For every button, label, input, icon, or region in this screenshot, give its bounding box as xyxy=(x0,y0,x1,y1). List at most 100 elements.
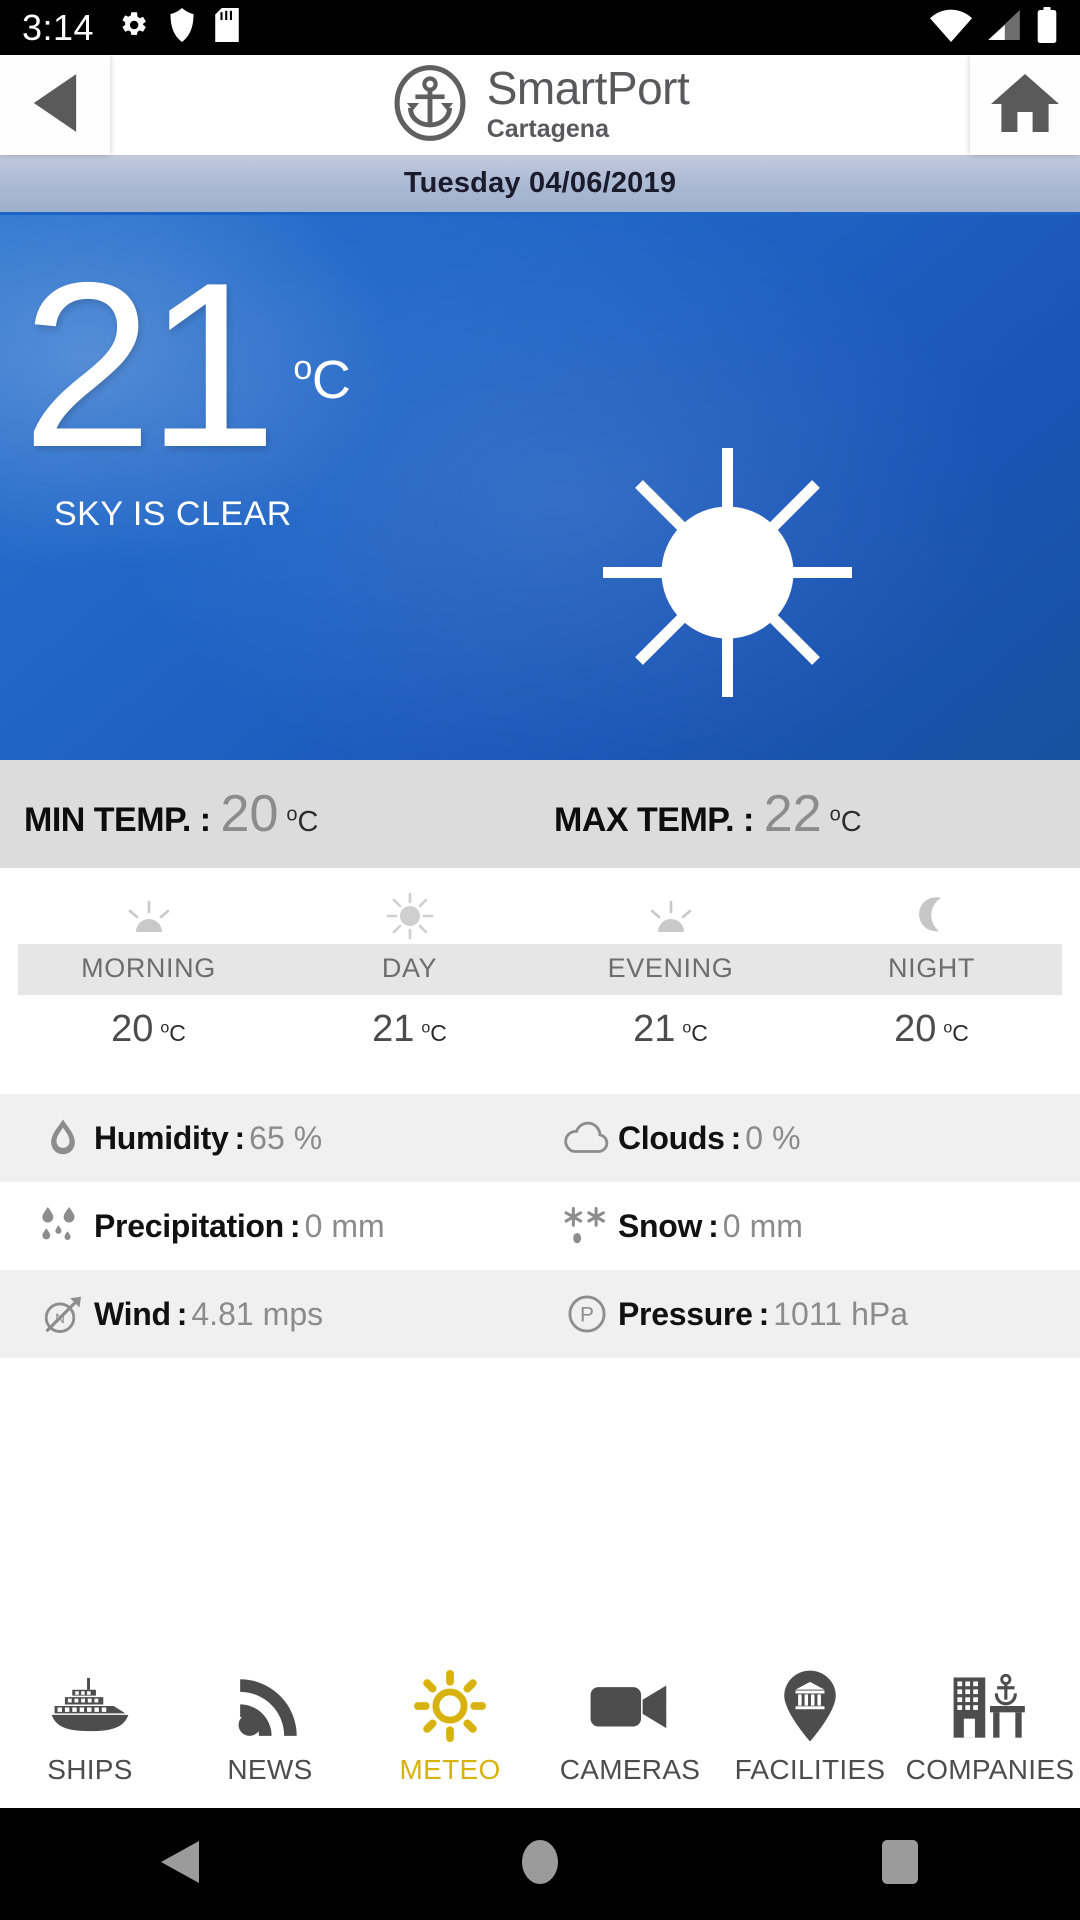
daypart-night: NIGHT 20 oC xyxy=(801,890,1062,1051)
min-temp-unit: oC xyxy=(286,803,319,839)
degree-symbol: o xyxy=(286,803,298,826)
dayparts-row: MORNING 20 oC DAY 21 oC EVENING 21 oC NI… xyxy=(0,868,1080,1094)
minmax-temperature-bar: MIN TEMP. : 20 oC MAX TEMP. : 22 oC xyxy=(0,760,1080,868)
daypart-temp-unit: oC xyxy=(421,1020,447,1047)
nav-item-companies[interactable]: COMPANIES xyxy=(900,1670,1080,1786)
celsius-letter: C xyxy=(430,1020,447,1046)
sunset-icon xyxy=(642,890,700,942)
detail-value: 0 xyxy=(722,1207,741,1244)
ship-icon xyxy=(47,1670,133,1742)
daypart-temp: 21 oC xyxy=(633,1008,708,1051)
current-temperature-block: 21 oC SKY IS CLEAR xyxy=(22,247,351,534)
cloud-icon xyxy=(556,1121,618,1155)
detail-snow: Snow : 0 mm xyxy=(540,1204,1080,1248)
min-temp-value: 20 xyxy=(220,785,279,843)
max-temp-label: MAX TEMP. : xyxy=(554,801,754,839)
detail-precipitation: Precipitation : 0 mm xyxy=(0,1204,540,1248)
daypart-morning: MORNING 20 oC xyxy=(18,890,279,1051)
nav-item-meteo[interactable]: METEO xyxy=(360,1670,540,1786)
detail-colon: : xyxy=(176,1295,188,1332)
daypart-temp-value: 21 xyxy=(372,1008,415,1050)
water-drop-icon xyxy=(32,1118,94,1158)
nav-item-ships[interactable]: SHIPS xyxy=(0,1670,180,1786)
detail-unit: mm xyxy=(749,1207,803,1244)
celsius-letter: C xyxy=(311,350,351,410)
daypart-temp-unit: oC xyxy=(943,1020,969,1047)
detail-value: 1011 xyxy=(773,1295,843,1332)
detail-unit: mm xyxy=(331,1207,385,1244)
detail-wind: N Wind : 4.81 mps xyxy=(0,1289,540,1339)
detail-value: 0 xyxy=(745,1119,764,1156)
daypart-temp-value: 21 xyxy=(633,1008,676,1050)
detail-colon: : xyxy=(730,1119,742,1156)
nav-item-news[interactable]: NEWS xyxy=(180,1670,360,1786)
nav-item-cameras[interactable]: CAMERAS xyxy=(540,1670,720,1786)
nav-label: SHIPS xyxy=(47,1754,133,1785)
battery-icon xyxy=(1036,7,1058,48)
celsius-letter: C xyxy=(952,1020,969,1046)
celsius-letter: C xyxy=(691,1020,708,1046)
degree-symbol: o xyxy=(943,1019,953,1037)
moon-icon xyxy=(903,890,961,942)
max-temp-cell: MAX TEMP. : 22 oC xyxy=(540,784,1080,844)
degree-symbol: o xyxy=(293,349,312,387)
degree-symbol: o xyxy=(829,803,841,826)
header-brand: SmartPort Cartagena xyxy=(110,55,970,155)
max-temp-unit: oC xyxy=(829,803,862,839)
android-home-button[interactable] xyxy=(360,1839,720,1890)
snowflake-icon xyxy=(556,1204,618,1248)
detail-row: Precipitation : 0 mm Snow: 0 mm xyxy=(0,1182,1080,1270)
detail-humidity: Humidity : 65 % xyxy=(0,1118,540,1158)
shield-icon xyxy=(168,8,196,47)
anchor-circle-logo xyxy=(391,64,469,147)
detail-colon: : xyxy=(234,1119,246,1156)
degree-symbol: o xyxy=(682,1019,692,1037)
detail-clouds: Clouds : 0 % xyxy=(540,1120,1080,1157)
detail-colon: : xyxy=(758,1295,770,1332)
home-button[interactable] xyxy=(970,55,1080,155)
sun-icon xyxy=(595,440,860,705)
back-button[interactable] xyxy=(0,55,110,155)
nav-label: COMPANIES xyxy=(905,1754,1075,1785)
date-label: Tuesday 04/06/2019 xyxy=(403,167,677,199)
recents-square-icon xyxy=(881,1839,919,1890)
daypart-temp-value: 20 xyxy=(111,1008,154,1050)
status-bar-clock: 3:14 xyxy=(22,6,95,48)
nav-label: METEO xyxy=(399,1754,501,1785)
min-temp-label: MIN TEMP. : xyxy=(24,801,211,839)
sdcard-icon xyxy=(214,8,240,47)
detail-colon: : xyxy=(708,1207,719,1244)
bottom-navigation: SHIPS NEWS METEO CAMERAS FACILITIES COMP… xyxy=(0,1648,1080,1808)
pressure-icon: P xyxy=(556,1290,618,1338)
celsius-letter: C xyxy=(297,806,319,838)
degree-symbol: o xyxy=(160,1019,170,1037)
daypart-temp: 20 oC xyxy=(894,1008,969,1051)
status-bar: 3:14 xyxy=(0,0,1080,55)
video-camera-icon xyxy=(589,1670,671,1742)
nav-item-facilities[interactable]: FACILITIES xyxy=(720,1670,900,1786)
detail-label: Pressure xyxy=(618,1295,753,1332)
nav-label: FACILITIES xyxy=(734,1754,886,1785)
rss-icon xyxy=(235,1670,305,1742)
detail-value: 65 xyxy=(249,1119,285,1156)
daypart-day: DAY 21 oC xyxy=(279,890,540,1051)
detail-unit: % xyxy=(293,1119,323,1156)
wifi-icon xyxy=(930,8,972,47)
detail-colon: : xyxy=(289,1207,301,1244)
compass-north-icon: N xyxy=(32,1289,94,1339)
android-navigation-bar xyxy=(0,1808,1080,1920)
rain-drops-icon xyxy=(32,1204,94,1248)
detail-label: Wind xyxy=(94,1295,171,1332)
nav-label: CAMERAS xyxy=(559,1754,701,1785)
detail-label: Precipitation xyxy=(94,1207,284,1244)
android-back-button[interactable] xyxy=(0,1839,360,1890)
svg-text:P: P xyxy=(580,1304,594,1327)
android-recents-button[interactable] xyxy=(720,1839,1080,1890)
min-temp-cell: MIN TEMP. : 20 oC xyxy=(0,784,540,844)
max-temp-value: 22 xyxy=(763,785,822,843)
cellular-signal-icon xyxy=(985,8,1023,47)
sun-icon xyxy=(381,890,439,942)
daypart-evening: EVENING 21 oC xyxy=(540,890,801,1051)
app-screen: 3:14 SmartPort Cartagena Tuesday 04/06/2… xyxy=(0,0,1080,1920)
current-temperature-unit: oC xyxy=(293,349,350,411)
